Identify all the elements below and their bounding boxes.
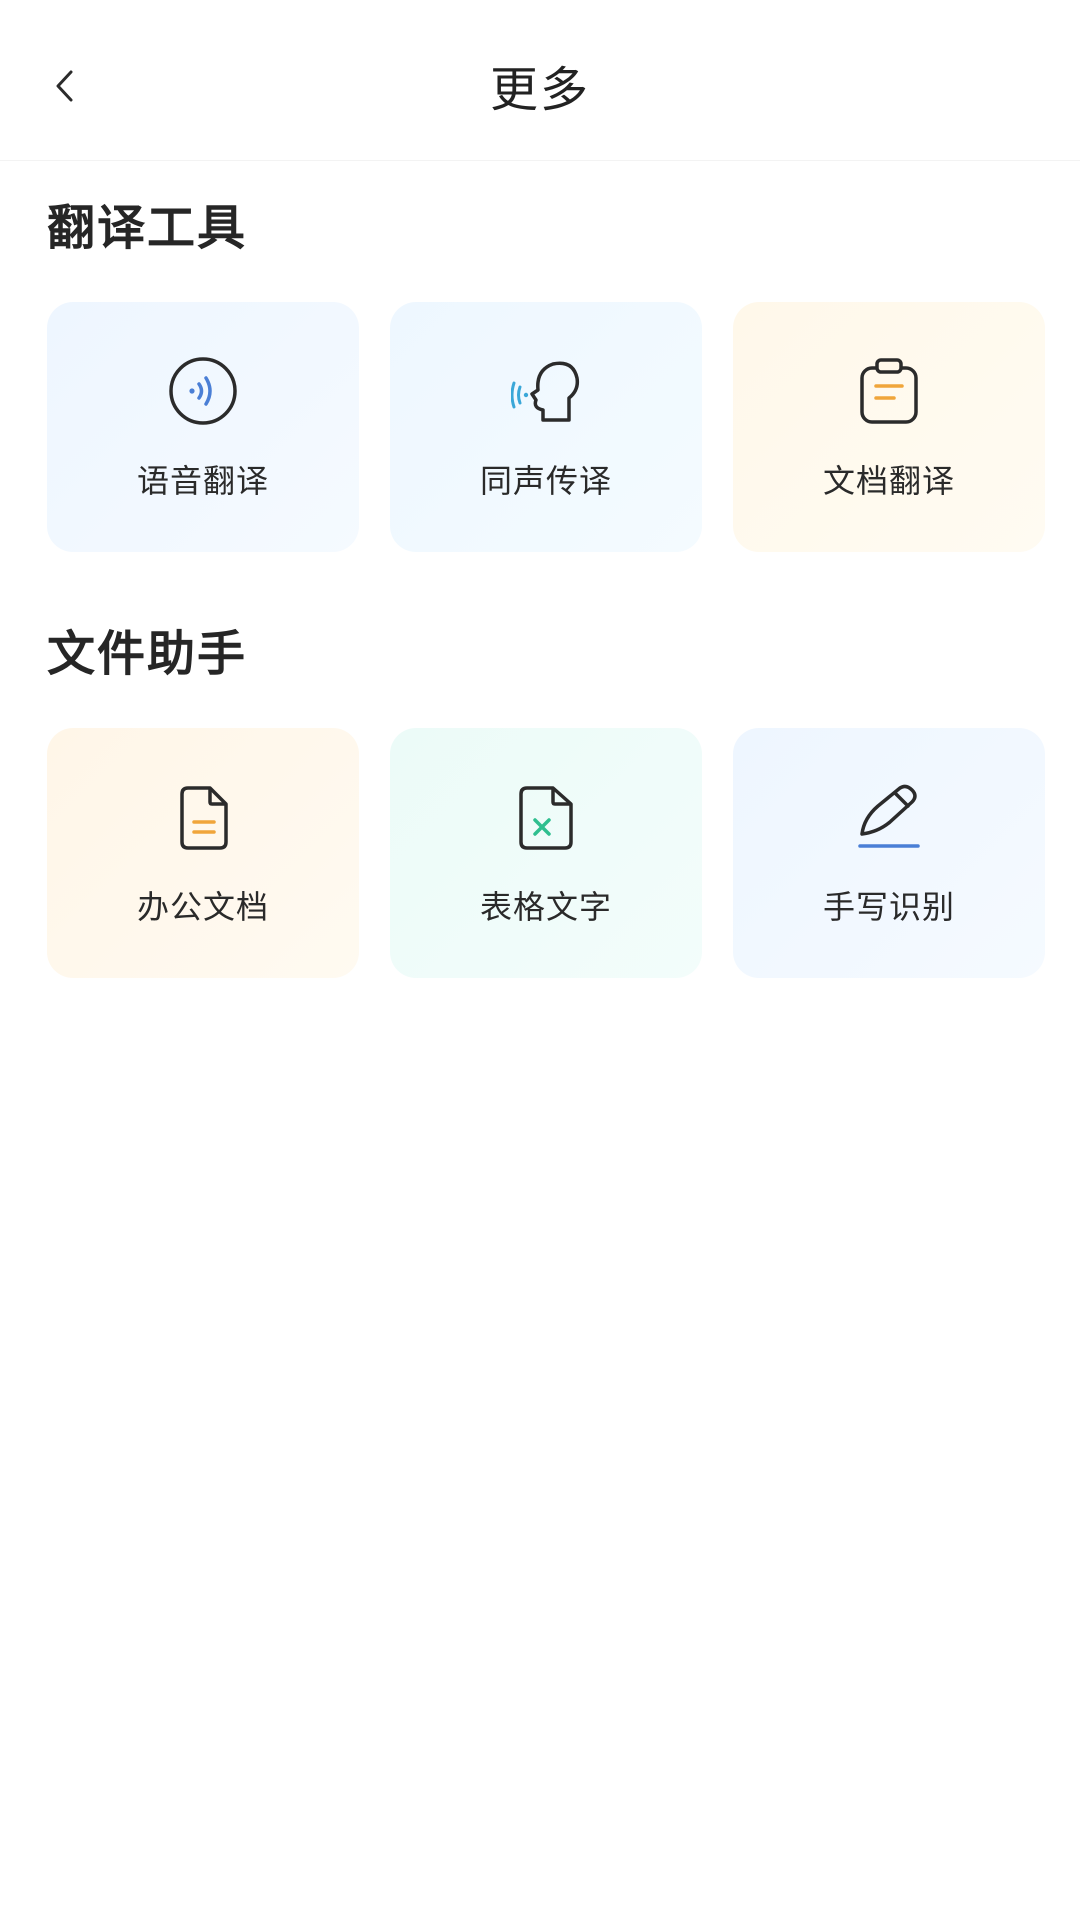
simultaneous-interpretation-card[interactable]: 同声传译 (390, 302, 702, 552)
file-assistant-grid: 办公文档 表格文字 手写识别 (47, 728, 1045, 978)
table-text-card[interactable]: 表格文字 (390, 728, 702, 978)
voice-translation-card[interactable]: 语音翻译 (47, 302, 359, 552)
voice-translation-label: 语音翻译 (136, 462, 269, 500)
more-page: 更多 翻译工具 语音翻译 同声传译 文档翻译 文件助手 办公文档 表格文字 手写… (0, 0, 1080, 1920)
handwriting-recognition-card[interactable]: 手写识别 (733, 728, 1045, 978)
document-icon (168, 782, 238, 852)
office-document-label: 办公文档 (136, 888, 269, 926)
document-translation-card[interactable]: 文档翻译 (733, 302, 1045, 552)
simultaneous-interpretation-label: 同声传译 (479, 462, 612, 500)
translation-tools-grid: 语音翻译 同声传译 文档翻译 (47, 302, 1045, 552)
handwriting-recognition-label: 手写识别 (822, 888, 955, 926)
document-translation-label: 文档翻译 (822, 462, 955, 500)
voice-wave-icon (168, 356, 238, 426)
table-text-label: 表格文字 (479, 888, 612, 926)
pen-icon (854, 782, 924, 852)
page-title: 更多 (489, 62, 590, 118)
office-document-card[interactable]: 办公文档 (47, 728, 359, 978)
speaking-head-icon (511, 356, 581, 426)
section-title-translation-tools: 翻译工具 (47, 200, 248, 256)
clipboard-icon (854, 356, 924, 426)
section-title-file-assistant: 文件助手 (47, 626, 248, 682)
spreadsheet-x-icon (511, 782, 581, 852)
top-bar: 更多 (0, 0, 1080, 161)
